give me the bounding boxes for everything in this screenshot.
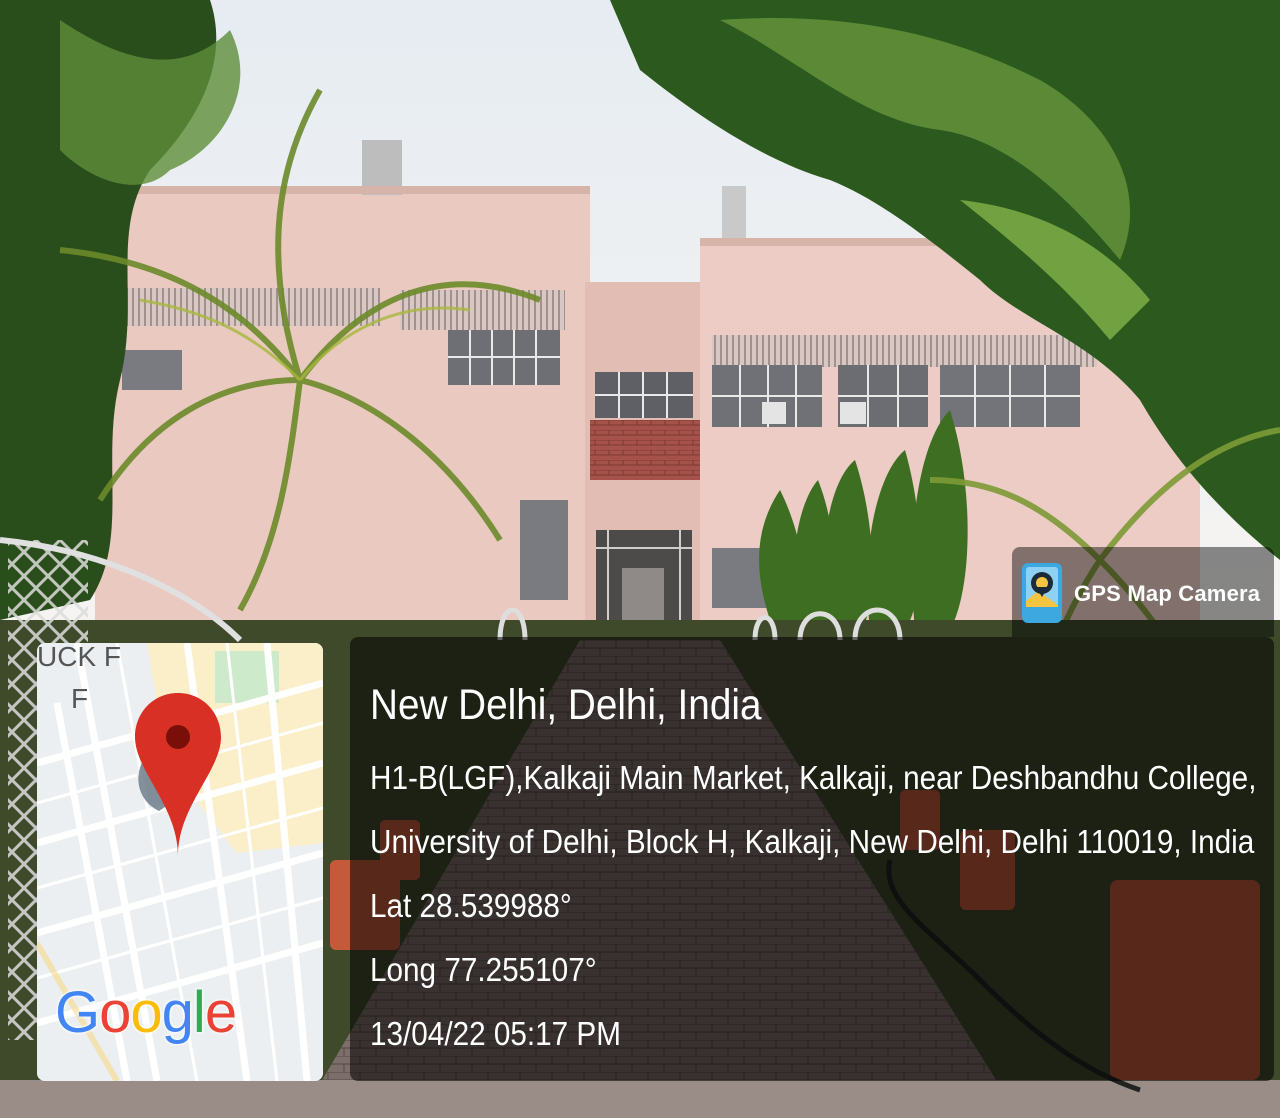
google-logo-o2: o <box>130 980 162 1045</box>
address-line-2: University of Delhi, Block H, Kalkaji, N… <box>370 823 1255 860</box>
google-logo-l: l <box>192 980 206 1045</box>
google-logo-g2: g <box>161 980 194 1045</box>
google-logo-e: e <box>204 980 237 1045</box>
timestamp-text: 13/04/22 05:17 PM <box>370 1015 621 1052</box>
location-info-panel: New Delhi, Delhi, India H1-B(LGF),Kalkaj… <box>350 637 1274 1081</box>
map-camera-icon <box>1022 563 1062 623</box>
location-title: New Delhi, Delhi, India <box>370 681 762 729</box>
google-logo-o1: o <box>99 980 131 1045</box>
map-pin-icon <box>135 693 221 856</box>
address-line-1: H1-B(LGF),Kalkaji Main Market, Kalkaji, … <box>370 759 1257 796</box>
photo-frame: GPS Map Camera New Delhi, Delhi, India H… <box>0 0 1280 1118</box>
gps-map-camera-badge: GPS Map Camera <box>1012 547 1274 637</box>
map-street-label-2: F <box>71 683 89 714</box>
google-logo: Google <box>55 979 237 1046</box>
longitude-text: Long 77.255107° <box>370 951 597 988</box>
google-logo-g: G <box>55 980 100 1045</box>
latitude-text: Lat 28.539988° <box>370 887 572 924</box>
gps-badge-label: GPS Map Camera <box>1074 581 1261 606</box>
map-thumbnail: UCK F F Google <box>37 643 323 1081</box>
map-street-label: UCK F <box>37 643 121 672</box>
